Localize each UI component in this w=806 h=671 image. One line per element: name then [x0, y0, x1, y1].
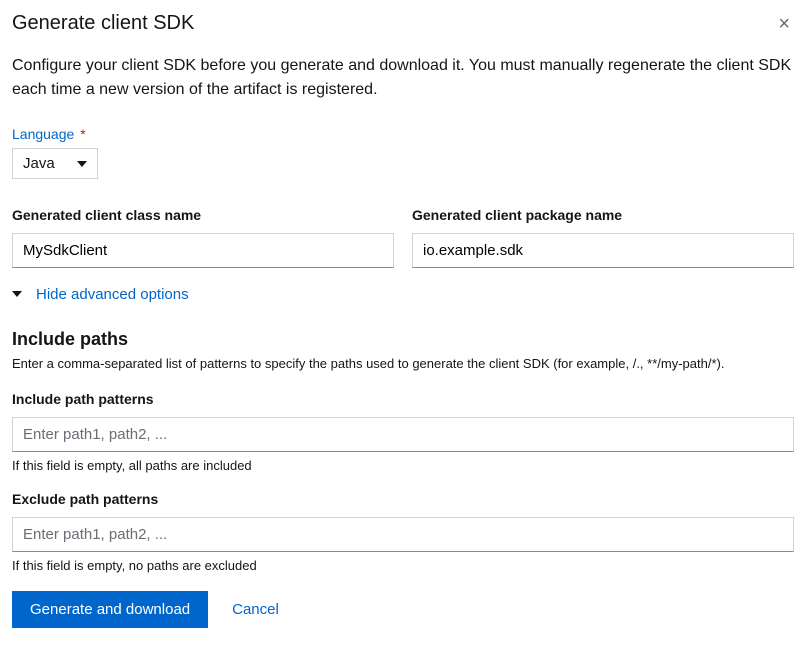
packagename-input[interactable] [412, 233, 794, 268]
classname-label: Generated client class name [12, 207, 394, 223]
include-patterns-input[interactable] [12, 417, 794, 452]
language-select-value: Java [23, 155, 63, 172]
language-label-text: Language [12, 126, 74, 142]
chevron-down-icon [12, 286, 22, 303]
generate-download-button[interactable]: Generate and download [12, 591, 208, 628]
advanced-toggle[interactable]: Hide advanced options [12, 286, 189, 303]
dialog-description: Configure your client SDK before you gen… [12, 54, 794, 102]
exclude-patterns-input[interactable] [12, 517, 794, 552]
caret-down-icon [77, 156, 87, 172]
dialog-title: Generate client SDK [12, 12, 194, 35]
language-label: Language * [12, 126, 794, 142]
advanced-section: Include paths Enter a comma-separated li… [12, 329, 794, 573]
close-icon: × [778, 13, 790, 35]
packagename-label: Generated client package name [412, 207, 794, 223]
required-star-icon: * [80, 126, 85, 142]
include-paths-title: Include paths [12, 329, 794, 350]
advanced-toggle-label: Hide advanced options [36, 286, 189, 303]
classname-input[interactable] [12, 233, 394, 268]
include-patterns-hint: If this field is empty, all paths are in… [12, 458, 794, 473]
close-button[interactable]: × [774, 12, 794, 36]
exclude-patterns-hint: If this field is empty, no paths are exc… [12, 558, 794, 573]
exclude-patterns-label: Exclude path patterns [12, 491, 794, 507]
language-select[interactable]: Java [12, 148, 98, 179]
include-patterns-label: Include path patterns [12, 391, 794, 407]
cancel-button[interactable]: Cancel [226, 591, 285, 628]
include-paths-description: Enter a comma-separated list of patterns… [12, 356, 794, 371]
